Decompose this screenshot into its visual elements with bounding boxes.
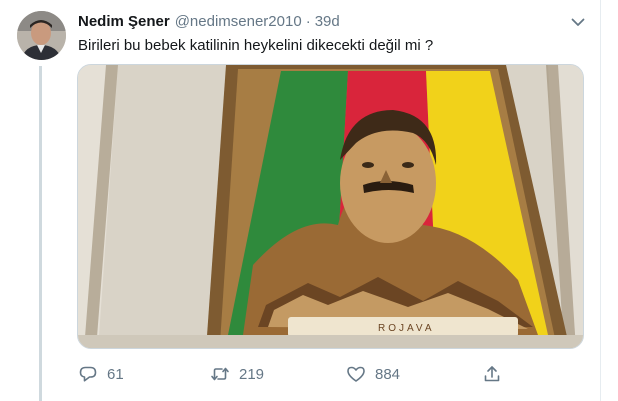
like-button[interactable]: 884: [346, 362, 400, 386]
reply-icon: [79, 366, 97, 382]
media-image: ROJAVA: [78, 65, 583, 348]
display-name[interactable]: Nedim Şener: [78, 13, 170, 30]
avatar-image: [17, 11, 66, 60]
retweet-button[interactable]: 219: [210, 362, 264, 386]
user-handle[interactable]: @nedimsener2010: [175, 13, 302, 30]
avatar[interactable]: [17, 11, 66, 60]
media-caption: ROJAVA: [378, 323, 435, 334]
tweet-header: Nedim Şener @nedimsener2010 · 39d: [78, 13, 340, 33]
like-count: 884: [375, 365, 401, 383]
tweet-text: Birileri bu bebek katilinin heykelini di…: [78, 37, 434, 54]
tweet-actions: 61 219 884: [78, 362, 508, 386]
tweet-media[interactable]: ROJAVA: [77, 64, 584, 349]
reply-button[interactable]: 61: [78, 362, 124, 386]
timeline-border: [600, 0, 601, 401]
retweet-count: 219: [239, 365, 265, 383]
tweet-card[interactable]: Nedim Şener @nedimsener2010 · 39d Birile…: [0, 0, 618, 401]
retweet-icon: [211, 367, 229, 381]
share-icon: [484, 366, 500, 382]
heart-icon: [347, 366, 365, 382]
separator-dot: ·: [305, 13, 311, 30]
timestamp[interactable]: 39d: [315, 13, 340, 30]
reply-count: 61: [107, 365, 124, 383]
thread-line: [39, 66, 42, 401]
share-button[interactable]: [482, 362, 502, 386]
chevron-down-icon[interactable]: [569, 13, 587, 31]
